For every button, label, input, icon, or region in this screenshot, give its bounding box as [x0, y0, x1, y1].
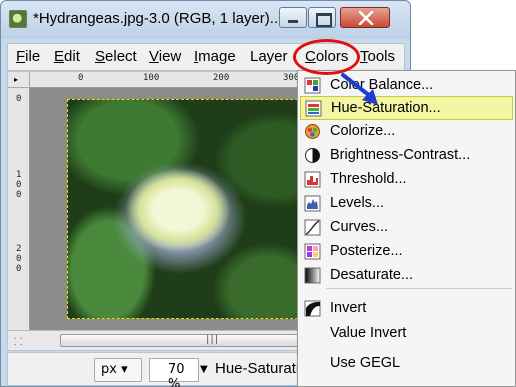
menu-item-desaturate[interactable]: Desaturate...	[300, 264, 513, 288]
menu-item-label: Colorize...	[330, 123, 396, 139]
ruler-tick: 200	[213, 73, 230, 83]
menu-item-label: Brightness-Contrast...	[330, 147, 471, 163]
menu-item-label: Desaturate...	[330, 267, 414, 283]
menu-item-use-gegl[interactable]: Use GEGL	[300, 352, 513, 376]
menu-file[interactable]: File	[16, 48, 40, 65]
image-canvas[interactable]	[67, 99, 313, 319]
menu-tools-label: ools	[367, 48, 396, 65]
curves-icon	[304, 219, 321, 236]
ruler-tick: 0	[78, 73, 84, 83]
menu-item-curves[interactable]: Curves...	[300, 216, 513, 240]
ruler-tick: 0	[16, 94, 22, 104]
navigate-icon[interactable]: ⸬	[8, 330, 30, 350]
close-button[interactable]	[340, 7, 390, 28]
unit-select[interactable]: px ▾	[94, 358, 142, 382]
menu-select[interactable]: Select	[95, 48, 137, 65]
desaturate-icon	[304, 267, 321, 284]
menu-item-posterize[interactable]: Posterize...	[300, 240, 513, 264]
zoom-value: 70 %	[168, 362, 185, 387]
menu-item-colorize[interactable]: Colorize...	[300, 120, 513, 144]
maximize-button[interactable]	[308, 7, 336, 28]
menu-item-label: Curves...	[330, 219, 389, 235]
ruler-tick: 200	[16, 244, 22, 274]
image-thumbnail-icon	[9, 10, 27, 28]
menu-item-label: Use GEGL	[330, 355, 401, 371]
threshold-icon	[304, 171, 321, 188]
levels-icon	[304, 195, 321, 212]
menu-item-hue-saturation[interactable]: Hue-Saturation...	[300, 96, 513, 120]
menu-image-label: mage	[198, 48, 236, 65]
menu-item-invert[interactable]: Invert	[300, 297, 513, 321]
brightness-contrast-icon	[305, 148, 320, 163]
menu-layer-label: Layer	[250, 48, 288, 65]
color-balance-icon	[304, 77, 321, 94]
close-icon	[358, 11, 374, 25]
menu-item-label: Posterize...	[330, 243, 403, 259]
menu-file-label: ile	[25, 48, 41, 65]
menu-item-label: Levels...	[330, 195, 384, 211]
menu-edit[interactable]: Edit	[54, 48, 80, 65]
menu-item-threshold[interactable]: Threshold...	[300, 168, 513, 192]
menu-item-value-invert[interactable]: Value Invert	[300, 322, 513, 346]
zoom-input[interactable]: 70 %	[149, 358, 199, 387]
hue-saturation-icon	[305, 100, 322, 117]
pointer-arrow-icon	[341, 73, 378, 105]
highlight-ring	[293, 39, 360, 75]
posterize-icon	[304, 243, 321, 260]
menu-edit-label: dit	[64, 48, 80, 65]
zoom-dropdown-icon[interactable]: ▼	[200, 358, 212, 382]
menu-view-key: V	[149, 48, 159, 65]
menu-image[interactable]: Image	[194, 48, 236, 65]
minimize-button[interactable]	[279, 7, 307, 28]
vertical-ruler[interactable]: 0 100 200	[8, 88, 30, 330]
ruler-corner-icon[interactable]: ▸	[8, 72, 30, 88]
title-bar[interactable]: *Hydrangeas.jpg-3.0 (RGB, 1 layer)...	[1, 1, 410, 39]
invert-icon	[304, 300, 321, 317]
menu-view[interactable]: View	[149, 48, 181, 65]
menu-item-brightness-contrast[interactable]: Brightness-Contrast...	[300, 144, 513, 168]
status-message: Hue-Saturation	[215, 360, 301, 377]
menu-item-label: Value Invert	[330, 325, 407, 341]
menu-layer[interactable]: Layer	[250, 48, 288, 65]
ruler-tick: 100	[143, 73, 160, 83]
menu-item-label: Invert	[330, 300, 367, 316]
ruler-tick: 100	[16, 170, 22, 200]
menu-item-levels[interactable]: Levels...	[300, 192, 513, 216]
menu-item-color-balance[interactable]: Color Balance...	[300, 74, 513, 98]
menu-separator	[326, 288, 512, 289]
menu-select-key: S	[95, 48, 106, 65]
menu-select-label: elect	[105, 48, 137, 65]
colorize-icon	[305, 124, 320, 139]
menu-edit-key: E	[54, 48, 65, 65]
menu-view-label: iew	[158, 48, 182, 65]
scrollbar-grip: |||	[206, 334, 220, 345]
menu-tools[interactable]: Tools	[360, 48, 395, 65]
window-title: *Hydrangeas.jpg-3.0 (RGB, 1 layer)...	[33, 10, 283, 27]
colors-menu: Color Balance... Hue-Saturation... Color…	[297, 70, 516, 387]
menu-tools-key: T	[360, 48, 368, 65]
unit-value: px	[101, 362, 117, 377]
menu-file-key: F	[16, 48, 26, 65]
menu-item-label: Threshold...	[330, 171, 407, 187]
